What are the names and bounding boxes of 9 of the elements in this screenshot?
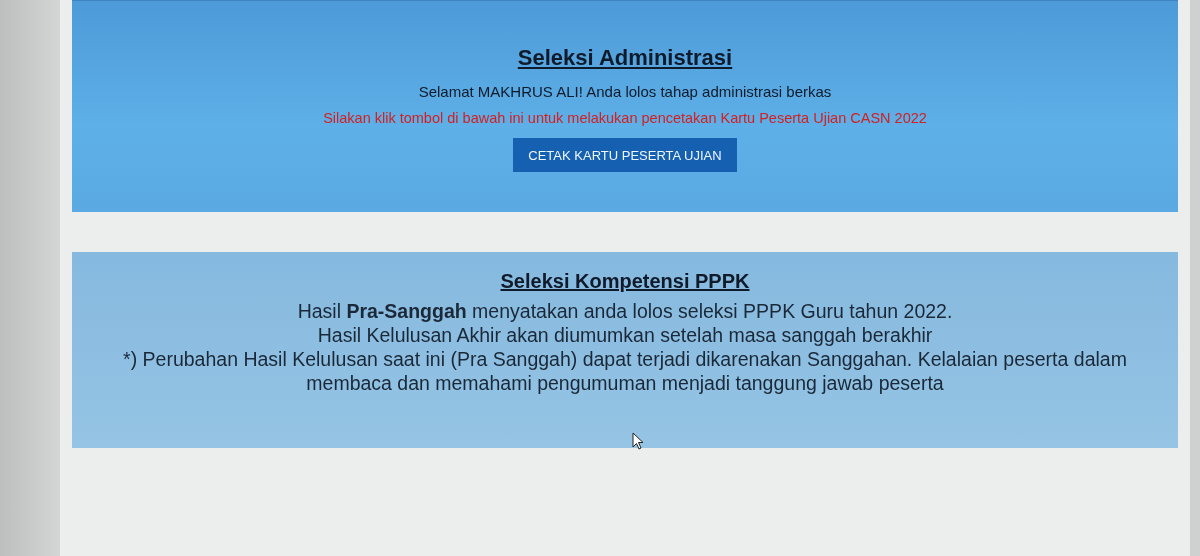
cursor-icon [632,432,644,450]
result-text: Hasil Pra-Sanggah menyatakan anda lolos seleksi PPPK Guru tahun 2022. [297,299,953,323]
print-card-button[interactable]: CETAK KARTU PESERTA UJIAN [513,138,737,172]
section-title: Seleksi Kompetensi PPPK [500,270,750,293]
section-title: Seleksi Administrasi [517,45,733,71]
instruction-text: Silakan klik tombol di bawah ini untuk melakukan pencetakan Kartu Peserta Ujian CASN 2022 [323,110,927,126]
result-text: *) Perubahan Hasil Kelulusan saat ini (Pra Sanggah) dapat terjadi dikarenakan Sanggahan. Kelalaian peserta dalam membaca dan memahami pengumuman menjadi tanggung jawab peserta [122,347,1128,395]
greeting-text: Selamat MAKHRUS ALI! Anda lolos tahap administrasi berkas [418,83,832,100]
result-text: Hasil Kelulusan Akhir akan diumumkan setelah masa sanggah berakhir [317,323,933,347]
